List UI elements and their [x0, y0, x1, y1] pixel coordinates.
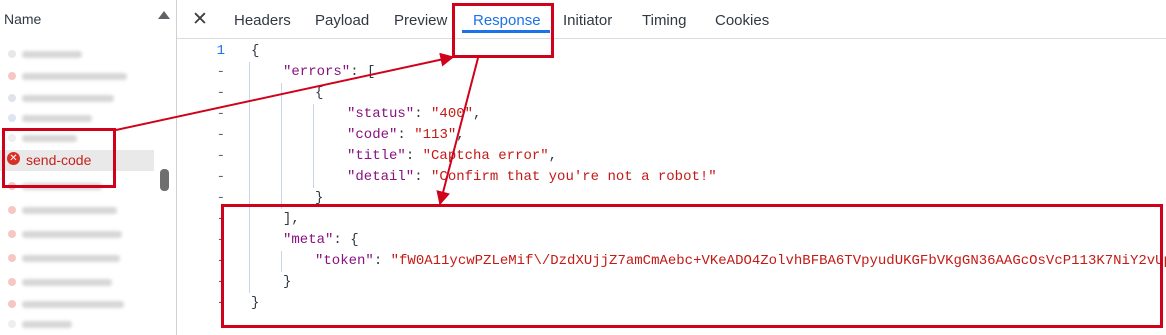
line-gutter: -: [216, 106, 225, 122]
code-text: "errors": [: [283, 62, 375, 83]
tab-payload[interactable]: Payload: [315, 12, 369, 29]
code-text: "status": "400",: [347, 104, 481, 125]
code-text: "meta": {: [283, 230, 359, 251]
error-circle-icon: ✕: [7, 152, 20, 165]
tab-timing[interactable]: Timing: [642, 12, 686, 29]
json-string: "fW0A11ycwPZLeMif\/DzdXUjjZ7amCmAebc+VKe…: [390, 253, 1166, 269]
request-row-blurred[interactable]: [0, 248, 154, 269]
code-line: - "errors": [: [177, 62, 1166, 83]
json-punctuation: }: [251, 295, 260, 311]
name-column-header[interactable]: Name: [4, 11, 41, 27]
line-gutter: -: [216, 64, 225, 80]
json-string: "113": [414, 127, 457, 143]
request-row-blurred[interactable]: [0, 224, 154, 245]
json-punctuation: {: [315, 85, 324, 101]
request-detail-panel: ✕ Headers Payload Preview Response Initi…: [176, 0, 1166, 335]
tab-response[interactable]: Response: [473, 12, 541, 29]
close-icon[interactable]: ✕: [192, 7, 208, 31]
request-list-panel: Name ✕ send-code: [0, 0, 176, 335]
code-line: -}: [177, 188, 1166, 209]
request-row-send-code[interactable]: ✕ send-code: [0, 150, 154, 171]
json-string: "Confirm that you're not a robot!": [431, 169, 717, 185]
json-punctuation: :: [405, 148, 423, 164]
code-text: "title": "Captcha error",: [347, 146, 557, 167]
json-key: "title": [347, 148, 406, 164]
request-name: send-code: [26, 152, 92, 168]
code-line: -],: [177, 209, 1166, 230]
json-punctuation: }: [315, 190, 324, 206]
code-line: 1{: [177, 41, 1166, 62]
tab-preview[interactable]: Preview: [394, 12, 447, 29]
tab-cookies[interactable]: Cookies: [715, 12, 769, 29]
request-row-blurred[interactable]: [0, 294, 154, 315]
json-punctuation: : [: [350, 64, 376, 80]
json-punctuation: ,: [473, 106, 482, 122]
line-gutter: -: [216, 85, 225, 101]
line-gutter: -: [216, 211, 225, 227]
line-gutter: -: [216, 169, 225, 185]
json-key: "code": [347, 127, 398, 143]
code-text: }: [315, 188, 323, 209]
json-punctuation: :: [414, 169, 432, 185]
json-string: "400": [431, 106, 474, 122]
code-line: - "code": "113",: [177, 125, 1166, 146]
code-line: - "detail": "Confirm that you're not a ro…: [177, 167, 1166, 188]
line-gutter: 1: [216, 43, 225, 59]
json-punctuation: }: [283, 274, 292, 290]
code-line: - "token": "fW0A11ycwPZLeMif\/DzdXUjjZ7am…: [177, 251, 1166, 272]
line-gutter: -: [216, 232, 225, 248]
code-line: -}: [177, 293, 1166, 314]
json-string: "Captcha error": [422, 148, 549, 164]
json-punctuation: {: [251, 43, 260, 59]
code-text: ],: [283, 209, 300, 230]
json-punctuation: :: [397, 127, 415, 143]
request-row-blurred[interactable]: [0, 66, 154, 87]
json-punctuation: :: [414, 106, 432, 122]
json-key: "errors": [283, 64, 351, 80]
code-line: - "meta": {: [177, 230, 1166, 251]
code-text: "detail": "Confirm that you're not a rob…: [347, 167, 717, 188]
tab-initiator[interactable]: Initiator: [563, 12, 612, 29]
request-list-scrollbar[interactable]: [160, 169, 169, 191]
line-gutter: -: [216, 253, 225, 269]
code-text: }: [251, 293, 259, 314]
active-tab-indicator: [462, 30, 550, 33]
request-row-blurred[interactable]: [0, 200, 154, 221]
json-key: "meta": [283, 232, 334, 248]
request-list-header[interactable]: Name: [0, 0, 176, 38]
tab-headers[interactable]: Headers: [234, 12, 291, 29]
code-text: {: [251, 41, 259, 62]
request-row-blurred[interactable]: [0, 44, 154, 65]
code-text: "token": "fW0A11ycwPZLeMif\/DzdXUjjZ7amC…: [315, 251, 1166, 272]
code-line: - "status": "400",: [177, 104, 1166, 125]
json-punctuation: ,: [456, 127, 465, 143]
line-gutter: -: [216, 274, 225, 290]
response-body-viewer[interactable]: 1{- "errors": [-{- "status": "400", - "code"…: [177, 41, 1166, 335]
code-line: -{: [177, 83, 1166, 104]
request-row-blurred[interactable]: [0, 88, 154, 109]
json-key: "token": [315, 253, 374, 269]
code-line: - "title": "Captcha error",: [177, 146, 1166, 167]
request-row-blurred[interactable]: [0, 128, 154, 149]
line-gutter: -: [216, 295, 225, 311]
line-gutter: -: [216, 127, 225, 143]
request-row-blurred[interactable]: [0, 176, 154, 197]
line-gutter: -: [216, 190, 225, 206]
line-gutter: -: [216, 148, 225, 164]
request-row-blurred[interactable]: [0, 108, 154, 129]
json-punctuation: ],: [283, 211, 300, 227]
code-text: }: [283, 272, 291, 293]
code-text: "code": "113",: [347, 125, 465, 146]
json-punctuation: :: [373, 253, 391, 269]
code-line: -}: [177, 272, 1166, 293]
json-key: "status": [347, 106, 415, 122]
request-row-blurred[interactable]: [0, 314, 154, 335]
json-punctuation: ,: [548, 148, 558, 164]
sort-arrow-icon[interactable]: [158, 11, 170, 19]
request-row-blurred[interactable]: [0, 272, 154, 293]
detail-tab-bar: ✕ Headers Payload Preview Response Initi…: [177, 0, 1166, 39]
json-punctuation: : {: [333, 232, 359, 248]
json-key: "detail": [347, 169, 415, 185]
code-text: {: [315, 83, 323, 104]
